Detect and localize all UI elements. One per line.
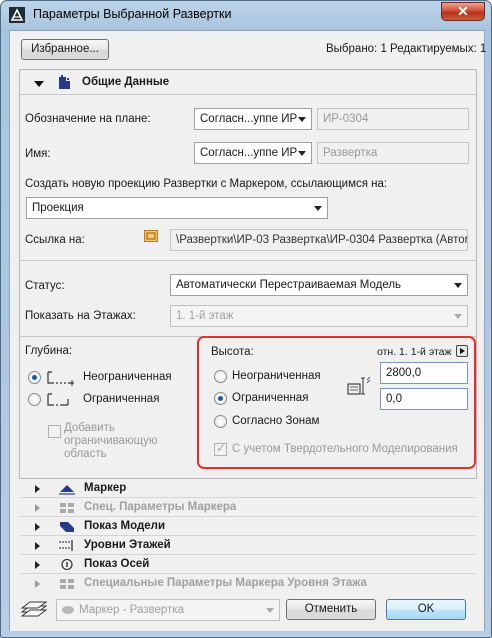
section-model-display[interactable]: Показ Модели — [20, 518, 476, 536]
reference-label: Ссылка на: — [25, 234, 85, 246]
height-limited-label: Ограниченная — [232, 392, 309, 404]
section-label: Специальные Параметры Маркера Уровня Эта… — [84, 577, 367, 589]
depth-limited-icon — [47, 393, 69, 406]
show-on-floors-combo[interactable]: 1. 1-й этаж — [170, 305, 468, 327]
chevron-down-icon — [454, 283, 462, 288]
expand-triangle-icon[interactable] — [35, 542, 40, 550]
section-label: Уровни Этажей — [84, 539, 171, 551]
ok-button[interactable]: OK — [386, 599, 466, 620]
status-combo[interactable]: Автоматически Перестраиваемая Модель — [170, 274, 468, 296]
height-bottom-input[interactable]: 0,0 — [380, 388, 468, 410]
play-arrow-icon — [460, 348, 465, 354]
chevron-down-icon — [454, 314, 462, 319]
expand-triangle-icon[interactable] — [35, 580, 40, 588]
selection-status: Выбрано: 1 Редактируемых: 1 — [326, 43, 487, 55]
height-reference-button[interactable] — [456, 345, 468, 357]
section-label: Маркер — [84, 482, 127, 494]
plan-id-combo[interactable]: Согласн...уппе ИР — [194, 108, 312, 130]
depth-label: Глубина: — [25, 345, 73, 357]
general-data-icon — [59, 75, 70, 89]
name-combo-value: Согласн...уппе ИР — [200, 147, 298, 159]
layer-eye-icon — [62, 606, 74, 614]
layers-icon — [20, 601, 48, 617]
expand-triangle-icon[interactable] — [35, 561, 40, 569]
height-limited-radio[interactable] — [214, 392, 227, 405]
collapse-triangle-icon[interactable] — [34, 81, 44, 87]
depth-unlimited-label: Неограниченная — [83, 371, 172, 383]
height-unlimited-radio[interactable] — [214, 370, 227, 383]
dialog-body: Избранное... Выбрано: 1 Редактируемых: 1… — [9, 30, 487, 631]
solid-ops-label: С учетом Твердотельного Моделирования — [232, 443, 458, 455]
dialog-window: Параметры Выбранной Развертки ✕ Избранно… — [0, 0, 492, 638]
create-view-combo[interactable]: Проекция — [26, 197, 328, 219]
name-combo[interactable]: Согласн...уппе ИР — [194, 142, 312, 164]
view-reference-icon[interactable] — [144, 230, 158, 242]
chevron-down-icon — [298, 151, 306, 156]
divider — [20, 260, 476, 261]
expand-triangle-icon[interactable] — [35, 485, 40, 493]
height-range-icon — [347, 376, 371, 395]
expand-triangle-icon[interactable] — [35, 504, 40, 512]
chevron-down-icon — [298, 117, 306, 122]
solid-ops-checkbox[interactable] — [214, 441, 227, 456]
section-label: Показ Осей — [84, 558, 150, 570]
section-label: Спец. Параметры Маркера — [84, 501, 237, 513]
marker-icon — [59, 485, 75, 495]
expand-triangle-icon[interactable] — [35, 523, 40, 531]
favorites-button[interactable]: Избранное... — [21, 39, 109, 60]
footer-bar: Маркер - Развертка Отменить OK — [10, 589, 484, 631]
plan-id-label: Обозначение на плане: — [25, 113, 151, 125]
create-view-label: Создать новую проекцию Развертки с Марке… — [25, 178, 388, 190]
show-on-floors-label: Показать на Этажах: — [25, 310, 136, 322]
add-boundary-checkbox[interactable] — [48, 425, 61, 438]
plan-id-field: ИР-0304 — [317, 108, 469, 130]
section-label: Показ Модели — [84, 520, 166, 532]
reference-path-field: \Развертки\ИР-03 Развертка\ИР-0304 Разве… — [170, 229, 468, 251]
status-value: Автоматически Перестраиваемая Модель — [176, 279, 402, 291]
title-bar[interactable]: Параметры Выбранной Развертки ✕ — [1, 1, 491, 29]
close-button[interactable]: ✕ — [441, 2, 485, 21]
depth-unlimited-radio[interactable] — [28, 371, 41, 384]
height-top-input[interactable]: 2800,0 — [380, 362, 468, 384]
height-unlimited-label: Неограниченная — [232, 370, 321, 382]
layer-combo[interactable]: Маркер - Развертка — [56, 599, 280, 621]
add-boundary-label: Добавить ограничивающую область — [64, 422, 158, 460]
app-icon — [9, 7, 25, 23]
chevron-down-icon — [266, 608, 274, 613]
section-marker[interactable]: Маркер — [20, 480, 476, 498]
name-field: Развертка — [317, 142, 469, 164]
general-header[interactable]: Общие Данные — [20, 74, 476, 92]
create-view-value: Проекция — [32, 202, 84, 214]
depth-unlimited-icon — [47, 371, 74, 386]
section-grid-display[interactable]: Показ Осей — [20, 556, 476, 574]
grid-display-icon — [61, 558, 73, 571]
window-title: Параметры Выбранной Развертки — [33, 7, 232, 21]
cancel-button[interactable]: Отменить — [286, 599, 376, 620]
divider — [20, 94, 476, 95]
height-by-zones-label: Согласно Зонам — [232, 415, 320, 427]
show-on-floors-value: 1. 1-й этаж — [176, 310, 234, 322]
status-label: Статус: — [25, 280, 65, 292]
height-reference-label: отн. 1. 1-й этаж — [377, 346, 452, 358]
height-label: Высота: — [211, 346, 254, 358]
model-display-icon — [60, 522, 74, 532]
depth-limited-label: Ограниченная — [83, 393, 160, 405]
section-custom-marker[interactable]: Спец. Параметры Маркера — [20, 499, 476, 517]
custom-marker-icon — [60, 503, 74, 513]
depth-limited-radio[interactable] — [28, 393, 41, 406]
plan-id-combo-value: Согласн...уппе ИР — [200, 113, 298, 125]
name-label: Имя: — [25, 148, 51, 160]
height-by-zones-radio[interactable] — [214, 415, 227, 428]
layer-value: Маркер - Развертка — [79, 604, 184, 616]
story-levels-icon — [59, 540, 73, 551]
general-header-label: Общие Данные — [82, 76, 170, 88]
chevron-down-icon — [314, 206, 322, 211]
section-story-levels[interactable]: Уровни Этажей — [20, 537, 476, 555]
